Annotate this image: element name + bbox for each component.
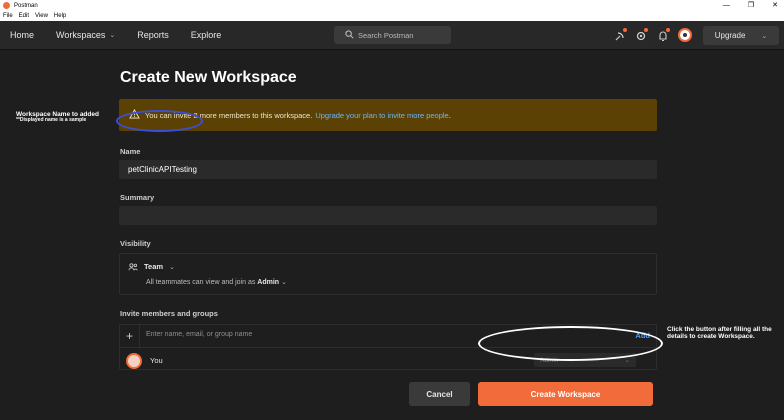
menu-bar: File Edit View Help <box>0 11 784 21</box>
summary-label: Summary <box>120 193 155 202</box>
nav-workspaces[interactable]: Workspaces ⌄ <box>56 30 115 40</box>
notification-dot <box>644 28 648 32</box>
page-title: Create New Workspace <box>120 69 297 86</box>
cancel-button[interactable]: Cancel <box>409 382 470 406</box>
name-label: Name <box>120 147 141 156</box>
name-annotation-subtext: **Displayed name is a sample <box>16 117 87 124</box>
nav-workspaces-label: Workspaces <box>56 30 106 40</box>
name-value: petClinicAPITesting <box>128 165 197 174</box>
invite-input[interactable]: Enter name, email, or group name <box>146 331 252 338</box>
banner-suffix: . <box>448 110 451 120</box>
name-annotation: Workspace Name to added **Displayed name… <box>16 111 99 124</box>
team-icon <box>128 262 138 270</box>
search-placeholder: Search Postman <box>358 30 414 40</box>
invite-label: Invite members and groups <box>120 309 218 318</box>
create-workspace-page: Create New Workspace You can invite 2 mo… <box>0 50 784 420</box>
team-role-select[interactable]: Admin ⌄ <box>257 279 287 286</box>
minimize-button[interactable]: — <box>723 0 730 11</box>
visibility-description-text: All teammates can view and join as <box>146 279 256 286</box>
window-titlebar: Postman — ❐ ✕ <box>0 0 784 11</box>
visibility-section: Team ⌄ All teammates can view and join a… <box>119 253 657 295</box>
member-avatar <box>126 353 142 369</box>
menu-edit[interactable]: Edit <box>19 13 29 19</box>
warning-icon <box>129 109 140 119</box>
maximize-button[interactable]: ❐ <box>748 0 754 11</box>
upgrade-label: Upgrade <box>714 31 746 40</box>
button-annotation: Click the button after filling all the d… <box>667 326 772 341</box>
menu-view[interactable]: View <box>35 13 48 19</box>
notification-dot <box>666 28 670 32</box>
search-input[interactable]: Search Postman <box>334 26 451 44</box>
invite-limit-banner: You can invite 2 more members to this wo… <box>119 99 657 131</box>
name-field[interactable]: petClinicAPITesting <box>119 160 657 179</box>
bell-icon[interactable] <box>657 28 670 42</box>
visibility-option: Team <box>144 262 164 271</box>
upgrade-plan-link[interactable]: Upgrade your plan to invite more people <box>315 111 448 120</box>
member-name: You <box>150 356 163 365</box>
nav-explore[interactable]: Explore <box>191 30 222 40</box>
search-icon <box>345 30 354 39</box>
upgrade-button[interactable]: Upgrade ⌄ <box>703 26 779 45</box>
chevron-down-icon: ⌄ <box>169 263 175 271</box>
nav-home[interactable]: Home <box>10 30 34 40</box>
window-controls: — ❐ ✕ <box>723 0 778 11</box>
postman-logo-icon <box>3 2 10 9</box>
chevron-down-icon: ⌄ <box>109 32 116 39</box>
member-row: You Admin ⌄ <box>120 347 656 369</box>
visibility-select[interactable]: Team ⌄ <box>128 262 175 271</box>
chevron-down-icon: ⌄ <box>761 32 768 40</box>
menu-help[interactable]: Help <box>54 13 66 19</box>
create-workspace-button[interactable]: Create Workspace <box>478 382 653 406</box>
close-button[interactable]: ✕ <box>772 0 778 11</box>
satellite-icon[interactable] <box>614 28 627 41</box>
member-role-select[interactable]: Admin ⌄ <box>534 353 636 367</box>
invite-section: + Enter name, email, or group name Add Y… <box>119 324 657 370</box>
summary-field[interactable] <box>119 206 657 225</box>
settings-icon[interactable] <box>635 28 648 41</box>
visibility-label: Visibility <box>120 239 151 248</box>
add-member-button[interactable]: Add <box>635 331 650 340</box>
team-role-value: Admin <box>257 279 280 286</box>
menu-file[interactable]: File <box>3 13 13 19</box>
user-avatar[interactable] <box>678 28 692 42</box>
nav-reports[interactable]: Reports <box>137 30 169 40</box>
app-name: Postman <box>14 2 38 9</box>
app-header: Home Workspaces ⌄ Reports Explore Search… <box>0 21 784 50</box>
visibility-description: All teammates can view and join as Admin… <box>146 278 287 286</box>
chevron-down-icon: ⌄ <box>624 357 630 364</box>
plus-icon[interactable]: + <box>120 325 140 347</box>
banner-text: You can invite 2 more members to this wo… <box>145 110 313 120</box>
chevron-down-icon: ⌄ <box>281 279 287 286</box>
member-role-value: Admin <box>540 356 559 364</box>
notification-dot <box>623 28 627 32</box>
